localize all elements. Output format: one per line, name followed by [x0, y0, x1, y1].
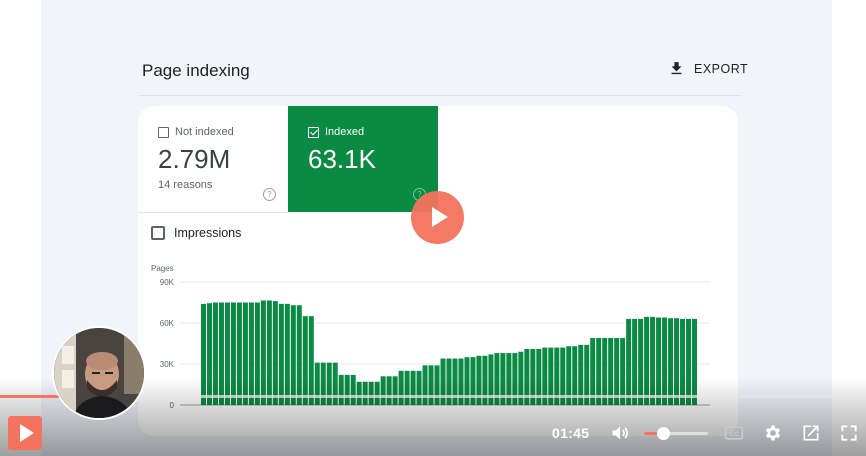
tile-divider: [138, 212, 288, 213]
not-indexed-label: Not indexed: [175, 126, 234, 138]
current-time: 01:45: [552, 425, 590, 441]
y-axis-title: Pages: [151, 264, 174, 273]
y-tick-label: 90K: [160, 278, 175, 287]
volume-icon[interactable]: [610, 423, 630, 443]
checked-checkbox-icon: [308, 126, 319, 138]
help-icon[interactable]: ?: [263, 188, 276, 201]
indexed-tile[interactable]: Indexed 63.1K ?: [288, 106, 438, 212]
title-divider: [138, 95, 742, 96]
volume-slider[interactable]: [644, 427, 708, 440]
not-indexed-tile[interactable]: Not indexed 2.79M 14 reasons ?: [138, 106, 288, 212]
play-icon[interactable]: [8, 416, 42, 450]
svg-text:CC: CC: [729, 431, 739, 438]
checkbox-icon: [158, 126, 169, 138]
y-tick-label: 60K: [160, 319, 175, 328]
export-button[interactable]: EXPORT: [668, 60, 748, 77]
player-controls: 01:45 CC: [0, 406, 866, 456]
fullscreen-icon[interactable]: [839, 423, 859, 443]
not-indexed-value: 2.79M: [158, 144, 231, 174]
impressions-toggle[interactable]: Impressions: [151, 226, 241, 240]
indexed-header: Indexed: [308, 126, 438, 138]
not-indexed-header: Not indexed: [158, 126, 288, 138]
report-title: Page indexing: [142, 61, 250, 80]
impressions-checkbox[interactable]: [151, 226, 165, 240]
volume-knob[interactable]: [656, 427, 670, 440]
download-icon: [671, 62, 682, 75]
captions-icon[interactable]: CC: [724, 423, 744, 443]
indexed-label: Indexed: [325, 126, 365, 138]
settings-icon[interactable]: [763, 423, 783, 443]
video-player[interactable]: Page indexing EXPORT Not indexed 2.79M 1…: [0, 0, 866, 456]
play-overlay-button[interactable]: [411, 191, 464, 244]
y-tick-label: 30K: [160, 360, 175, 369]
popout-icon[interactable]: [801, 423, 821, 443]
impressions-label: Impressions: [174, 226, 242, 240]
indexed-value: 63.1K: [308, 144, 376, 174]
export-label: EXPORT: [694, 61, 749, 76]
